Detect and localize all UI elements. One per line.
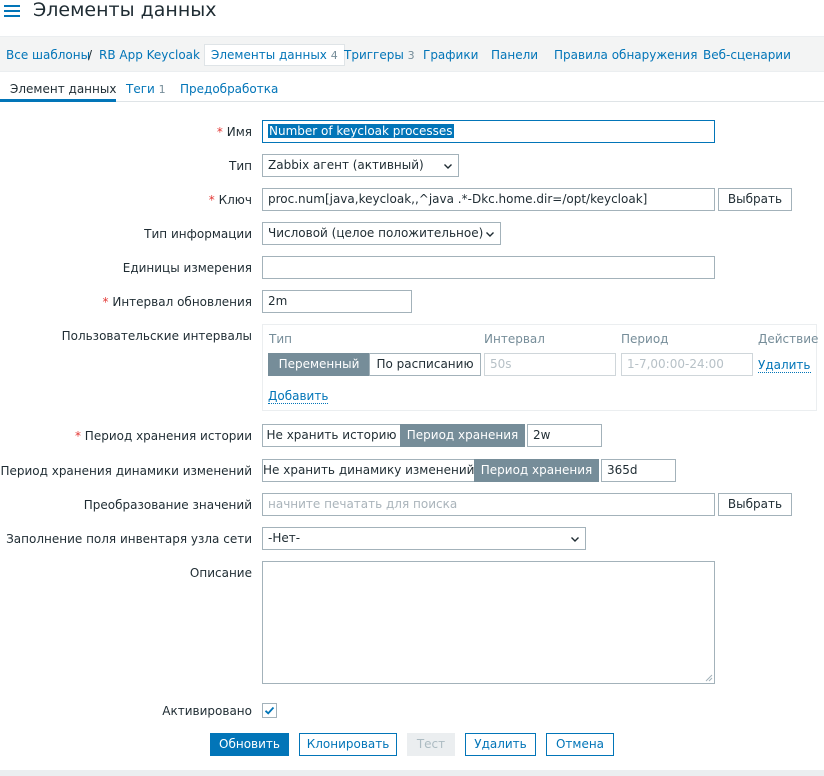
page-title: Элементы данных — [33, 0, 217, 21]
delay-input[interactable]: 2m — [262, 290, 412, 313]
nav-triggers-label: Триггеры — [344, 48, 404, 62]
tab-tags[interactable]: Теги 1 — [126, 82, 166, 96]
nav-triggers[interactable]: Триггеры 3 — [344, 48, 415, 62]
update-button[interactable]: Обновить — [210, 733, 289, 756]
nav-items-count: 4 — [330, 49, 338, 62]
custom-intervals-label: Пользовательские интервалы — [61, 329, 252, 343]
delete-button[interactable]: Удалить — [465, 733, 536, 756]
key-select-button[interactable]: Выбрать — [718, 188, 792, 211]
add-interval-link[interactable]: Добавить — [268, 389, 329, 404]
breadcrumb-template[interactable]: RB App Keycloak — [99, 48, 200, 62]
trends-no-keep-button[interactable]: Не хранить динамику изменений — [262, 459, 475, 482]
remove-interval-link[interactable]: Удалить — [758, 358, 811, 373]
breadcrumb-all-templates[interactable]: Все шаблоны — [6, 48, 90, 62]
value-type-select[interactable]: Числовой (целое положительное) — [262, 222, 501, 245]
nav-triggers-count: 3 — [407, 49, 415, 62]
required-marker: * — [102, 295, 109, 309]
tab-tags-label: Теги — [126, 82, 155, 96]
hamburger-menu-icon[interactable] — [4, 5, 20, 19]
units-input[interactable] — [262, 256, 715, 279]
tab-active-indicator — [0, 99, 116, 102]
required-marker: * — [74, 429, 81, 443]
name-label: * Имя — [217, 125, 252, 139]
custom-intervals-table: Тип Интервал Период Действие Переменный … — [262, 324, 819, 411]
key-label: * Ключ — [209, 193, 252, 207]
trends-keep-button[interactable]: Период хранения — [474, 459, 599, 482]
tab-tags-count: 1 — [158, 83, 166, 96]
valuemap-select-button[interactable]: Выбрать — [718, 493, 792, 516]
history-label-text: Период хранения истории — [84, 429, 252, 443]
name-input-value: Number of keycloak processes — [268, 124, 454, 138]
value-type-label: Тип информации — [144, 227, 252, 241]
nav-items-label: Элементы данных — [211, 48, 327, 62]
col-action-header: Действие — [758, 332, 819, 346]
history-keep-button[interactable]: Период хранения — [400, 424, 525, 447]
nav-web-scenarios[interactable]: Веб-сценарии — [703, 48, 791, 62]
description-textarea[interactable] — [262, 561, 715, 684]
history-input[interactable]: 2w — [527, 424, 602, 447]
col-interval-header: Интервал — [484, 332, 545, 346]
page-header: Элементы данных — [0, 0, 824, 36]
chevron-down-icon — [486, 232, 494, 237]
inventory-select[interactable]: -Нет- — [262, 527, 586, 550]
history-no-keep-button[interactable]: Не хранить историю — [262, 424, 401, 447]
interval-input[interactable]: 50s — [484, 353, 616, 376]
delay-label: * Интервал обновления — [103, 295, 252, 309]
trends-label-text: Период хранения динамики изменений — [0, 464, 252, 478]
history-label: * Период хранения истории — [75, 429, 252, 443]
trends-label: * Период хранения динамики изменений — [0, 464, 252, 478]
breadcrumb: Все шаблоны / RB App Keycloak Элементы д… — [0, 36, 824, 72]
col-period-header: Период — [621, 332, 669, 346]
tab-preprocessing[interactable]: Предобработка — [180, 82, 278, 96]
delay-label-text: Интервал обновления — [112, 295, 252, 309]
inventory-select-value: -Нет- — [268, 531, 301, 545]
description-label: Описание — [189, 566, 252, 580]
test-button: Тест — [407, 733, 455, 756]
resize-grip-icon[interactable] — [705, 674, 713, 682]
nav-graphs[interactable]: Графики — [423, 48, 478, 62]
name-input[interactable]: Number of keycloak processes — [262, 120, 715, 143]
col-type-header: Тип — [269, 332, 292, 346]
type-select-value: Zabbix агент (активный) — [268, 158, 424, 172]
trends-input[interactable]: 365d — [601, 459, 676, 482]
period-input[interactable]: 1-7,00:00-24:00 — [621, 353, 753, 376]
nav-dashboards[interactable]: Панели — [491, 48, 538, 62]
key-label-text: Ключ — [218, 193, 252, 207]
required-marker: * — [208, 193, 215, 207]
chevron-down-icon — [444, 164, 452, 169]
breadcrumb-separator: / — [88, 48, 93, 62]
chevron-down-icon — [571, 537, 579, 542]
flexible-interval-button[interactable]: Переменный — [268, 353, 370, 376]
scheduling-interval-button[interactable]: По расписанию — [369, 353, 481, 376]
required-marker: * — [216, 125, 223, 139]
cancel-button[interactable]: Отмена — [546, 733, 614, 756]
enabled-label: Активировано — [162, 704, 252, 718]
name-label-text: Имя — [226, 125, 252, 139]
value-type-select-value: Числовой (целое положительное) — [268, 226, 484, 240]
key-input[interactable]: proc.num[java,keycloak,,^java .*-Dkc.hom… — [262, 188, 715, 211]
nav-items-active[interactable]: Элементы данных 4 — [204, 44, 345, 66]
footer-bar — [0, 770, 824, 776]
enabled-checkbox[interactable] — [262, 703, 277, 718]
type-label: Тип — [229, 159, 252, 173]
units-label: Единицы измерения — [122, 261, 252, 275]
type-select[interactable]: Zabbix агент (активный) — [262, 154, 459, 177]
checkmark-icon — [264, 706, 275, 715]
clone-button[interactable]: Клонировать — [299, 733, 397, 756]
tab-item[interactable]: Элемент данных — [10, 82, 116, 96]
inventory-label: Заполнение поля инвентаря узла сети — [6, 532, 252, 546]
nav-discovery-rules[interactable]: Правила обнаружения — [554, 48, 697, 62]
form-tabs: Элемент данных Теги 1 Предобработка — [0, 72, 824, 102]
valuemap-label: Преобразование значений — [83, 498, 252, 512]
valuemap-input[interactable]: начните печатать для поиска — [262, 493, 715, 516]
